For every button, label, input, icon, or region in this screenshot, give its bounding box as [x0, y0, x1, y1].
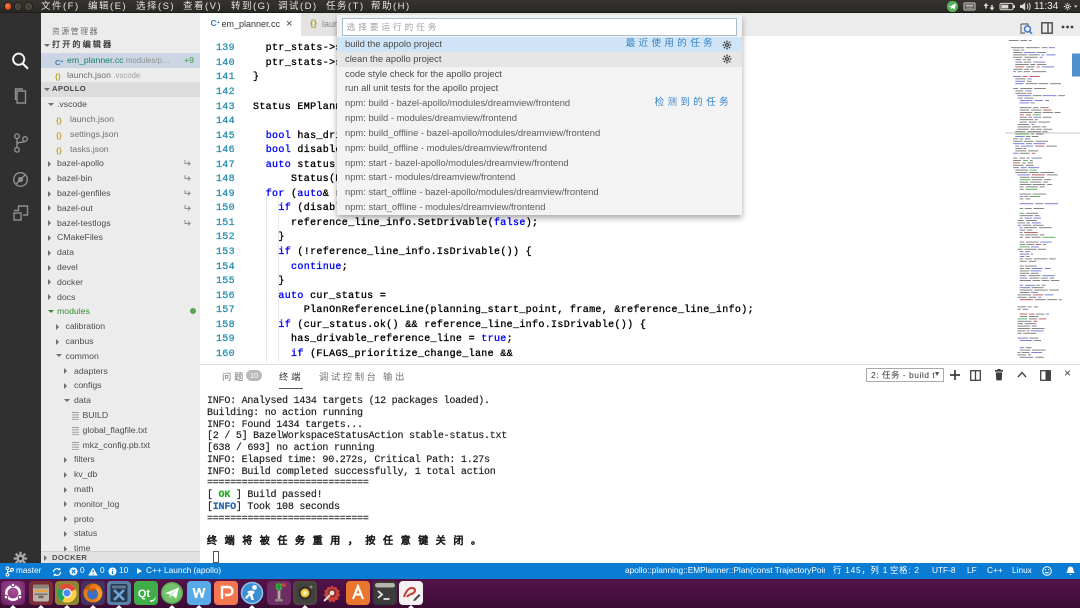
svg-text:Qt: Qt: [137, 588, 150, 600]
